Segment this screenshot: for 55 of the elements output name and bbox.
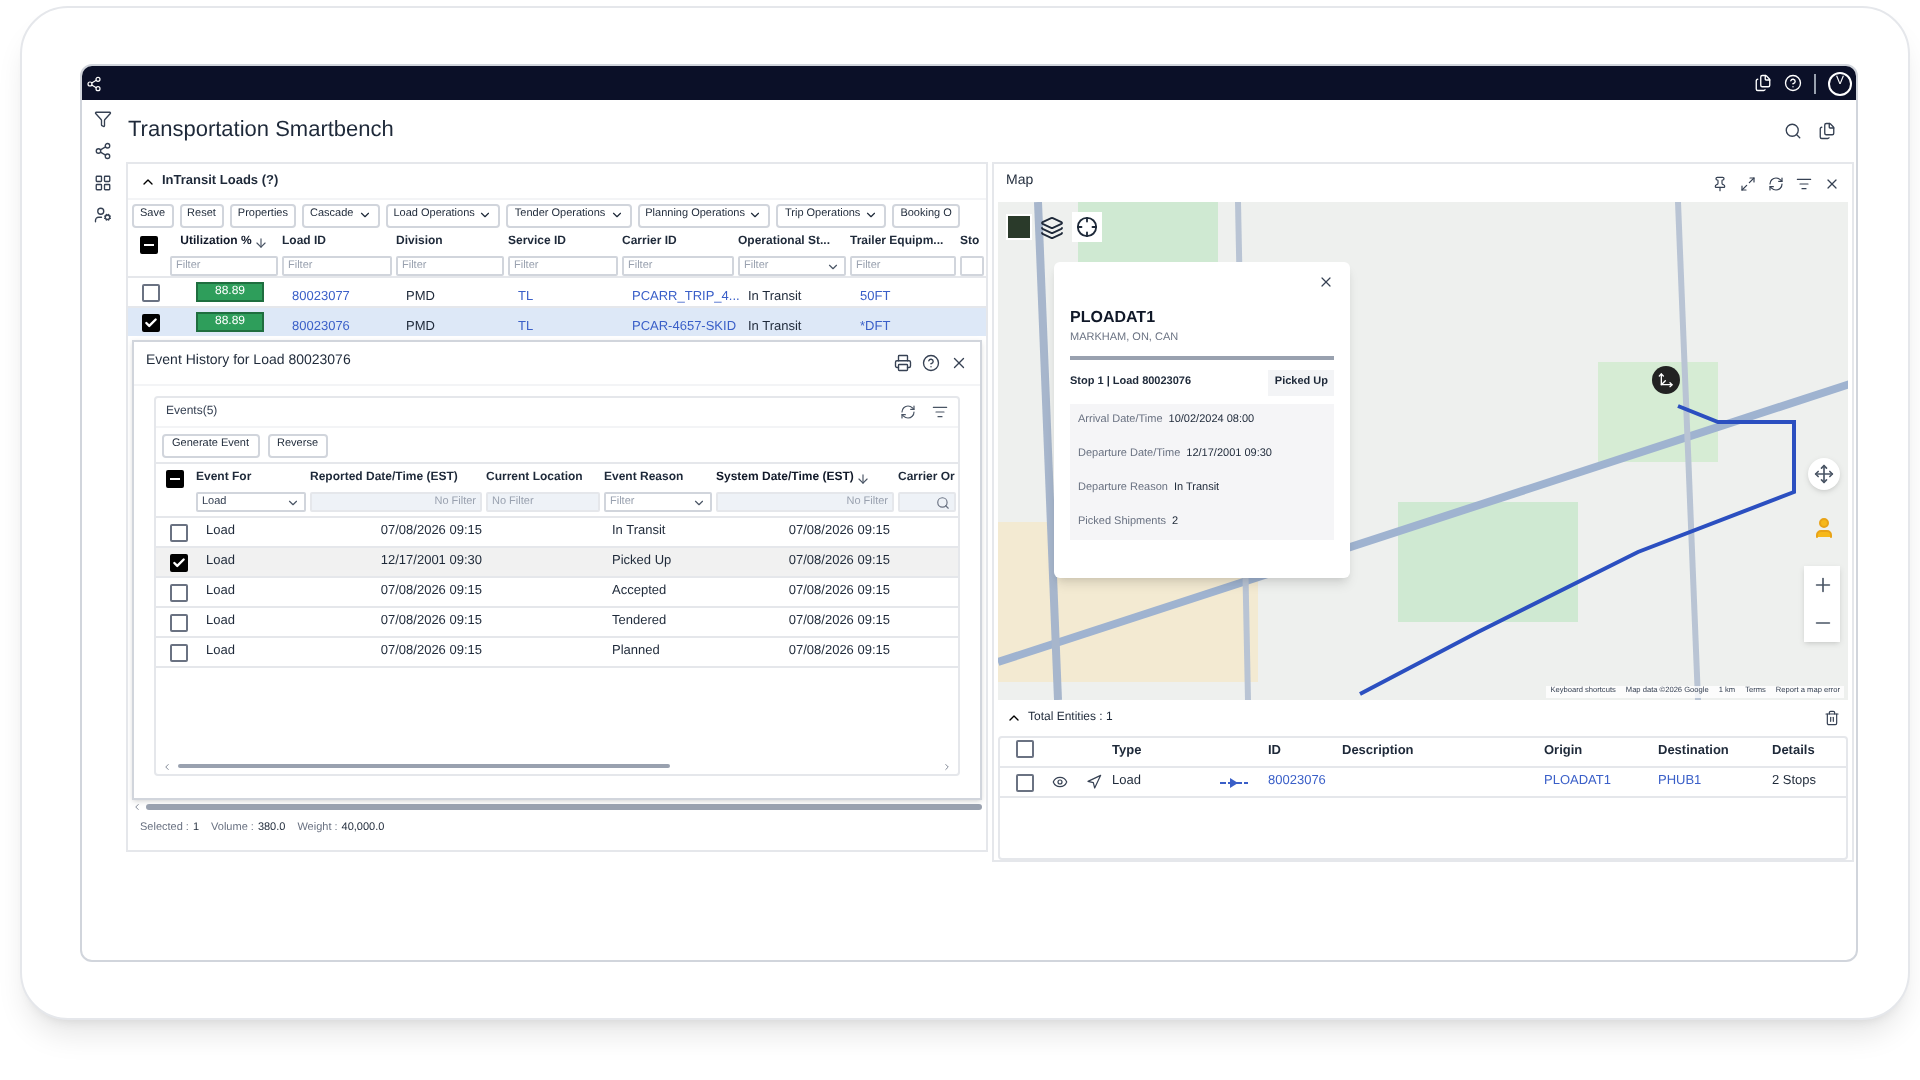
refresh-icon[interactable] <box>900 404 916 420</box>
sort-arrow-icon <box>855 472 870 486</box>
checkbox[interactable] <box>139 236 157 254</box>
checkbox[interactable] <box>169 583 187 601</box>
sort-arrow-icon <box>253 236 268 250</box>
checkbox[interactable] <box>1016 739 1034 758</box>
caret-icon <box>826 259 840 273</box>
checkbox[interactable] <box>169 553 187 571</box>
view-icon[interactable] <box>1052 774 1068 790</box>
popup-title: PLOADAT1 <box>1070 306 1158 330</box>
share-icon[interactable] <box>93 142 111 160</box>
caret-icon <box>286 495 300 509</box>
checkbox[interactable] <box>141 283 159 301</box>
pin-icon[interactable] <box>1712 175 1728 191</box>
checkbox[interactable] <box>166 470 184 488</box>
documents-icon[interactable] <box>1754 74 1772 92</box>
caret-icon <box>357 208 372 222</box>
checkbox[interactable] <box>169 643 187 661</box>
checkbox[interactable] <box>1016 773 1034 791</box>
route-line-icon <box>1220 777 1248 787</box>
search-icon[interactable] <box>1784 122 1802 140</box>
checkbox[interactable] <box>141 313 159 331</box>
print-icon[interactable] <box>894 354 912 372</box>
page-title: Transportation Smartbench <box>128 116 394 147</box>
locate-button[interactable] <box>1072 212 1102 242</box>
filter-field[interactable] <box>960 256 984 276</box>
refresh-icon[interactable] <box>1768 175 1784 191</box>
satellite-thumbnail[interactable] <box>1006 214 1032 240</box>
scrollbar[interactable] <box>178 764 671 768</box>
checkbox[interactable] <box>169 613 187 631</box>
column-settings-icon[interactable] <box>932 404 948 420</box>
zoom-in-icon[interactable] <box>1811 574 1833 596</box>
filter-icon[interactable] <box>93 110 111 128</box>
close-icon[interactable] <box>1824 175 1840 191</box>
checkbox[interactable] <box>169 523 187 541</box>
collapse-icon[interactable] <box>1006 710 1022 726</box>
list-settings-icon[interactable] <box>1796 175 1812 191</box>
scrollbar[interactable] <box>146 803 982 809</box>
close-icon[interactable] <box>1318 274 1334 290</box>
caret-icon <box>692 495 706 509</box>
user-settings-icon[interactable] <box>93 206 111 224</box>
close-icon[interactable] <box>950 354 968 372</box>
caret-icon <box>748 208 763 222</box>
copy-icon[interactable] <box>1818 122 1836 140</box>
delete-icon[interactable] <box>1824 710 1840 726</box>
grid-icon[interactable] <box>93 174 111 192</box>
caret-icon <box>864 208 879 222</box>
layers-icon[interactable] <box>1040 215 1064 239</box>
navigate-icon[interactable] <box>1086 774 1102 790</box>
search-icon <box>936 495 950 509</box>
marker-icon[interactable] <box>1658 372 1674 388</box>
expand-icon[interactable] <box>1740 175 1756 191</box>
caret-icon <box>478 208 493 222</box>
caret-icon <box>609 208 624 222</box>
help-icon[interactable] <box>922 354 940 372</box>
